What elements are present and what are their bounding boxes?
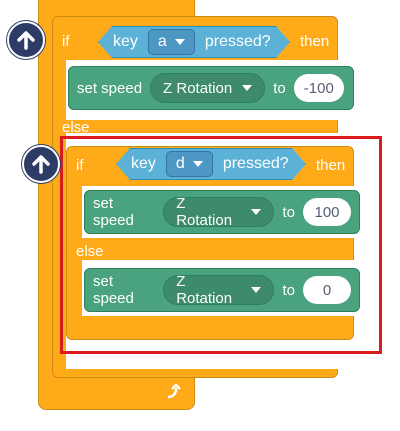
speed-value-input[interactable]: -100 bbox=[293, 74, 344, 102]
set-speed-block[interactable]: set speed Z Rotation to -100 bbox=[68, 66, 354, 110]
outer-if-label: if bbox=[62, 33, 70, 50]
arrow-up-icon bbox=[17, 31, 35, 50]
highlight-box bbox=[60, 136, 382, 354]
property-value: Z Rotation bbox=[163, 79, 233, 97]
set-speed-label: set speed bbox=[77, 79, 143, 97]
loop-arrow-icon bbox=[164, 382, 184, 402]
pressed-label: pressed? bbox=[204, 33, 271, 50]
caret-down-icon bbox=[242, 85, 253, 91]
outer-else-label: else bbox=[62, 119, 90, 136]
move-up-button[interactable] bbox=[22, 145, 60, 183]
outer-key-pressed-condition[interactable]: key a pressed? bbox=[98, 26, 290, 58]
to-label: to bbox=[273, 79, 286, 97]
property-dropdown[interactable]: Z Rotation bbox=[150, 73, 266, 103]
move-up-button[interactable] bbox=[7, 21, 45, 59]
key-dropdown[interactable]: a bbox=[148, 29, 195, 55]
key-label: key bbox=[113, 33, 138, 50]
arrow-up-icon bbox=[32, 155, 50, 174]
key-value: a bbox=[157, 33, 167, 50]
outer-then-label: then bbox=[300, 33, 330, 50]
caret-down-icon bbox=[175, 39, 185, 45]
